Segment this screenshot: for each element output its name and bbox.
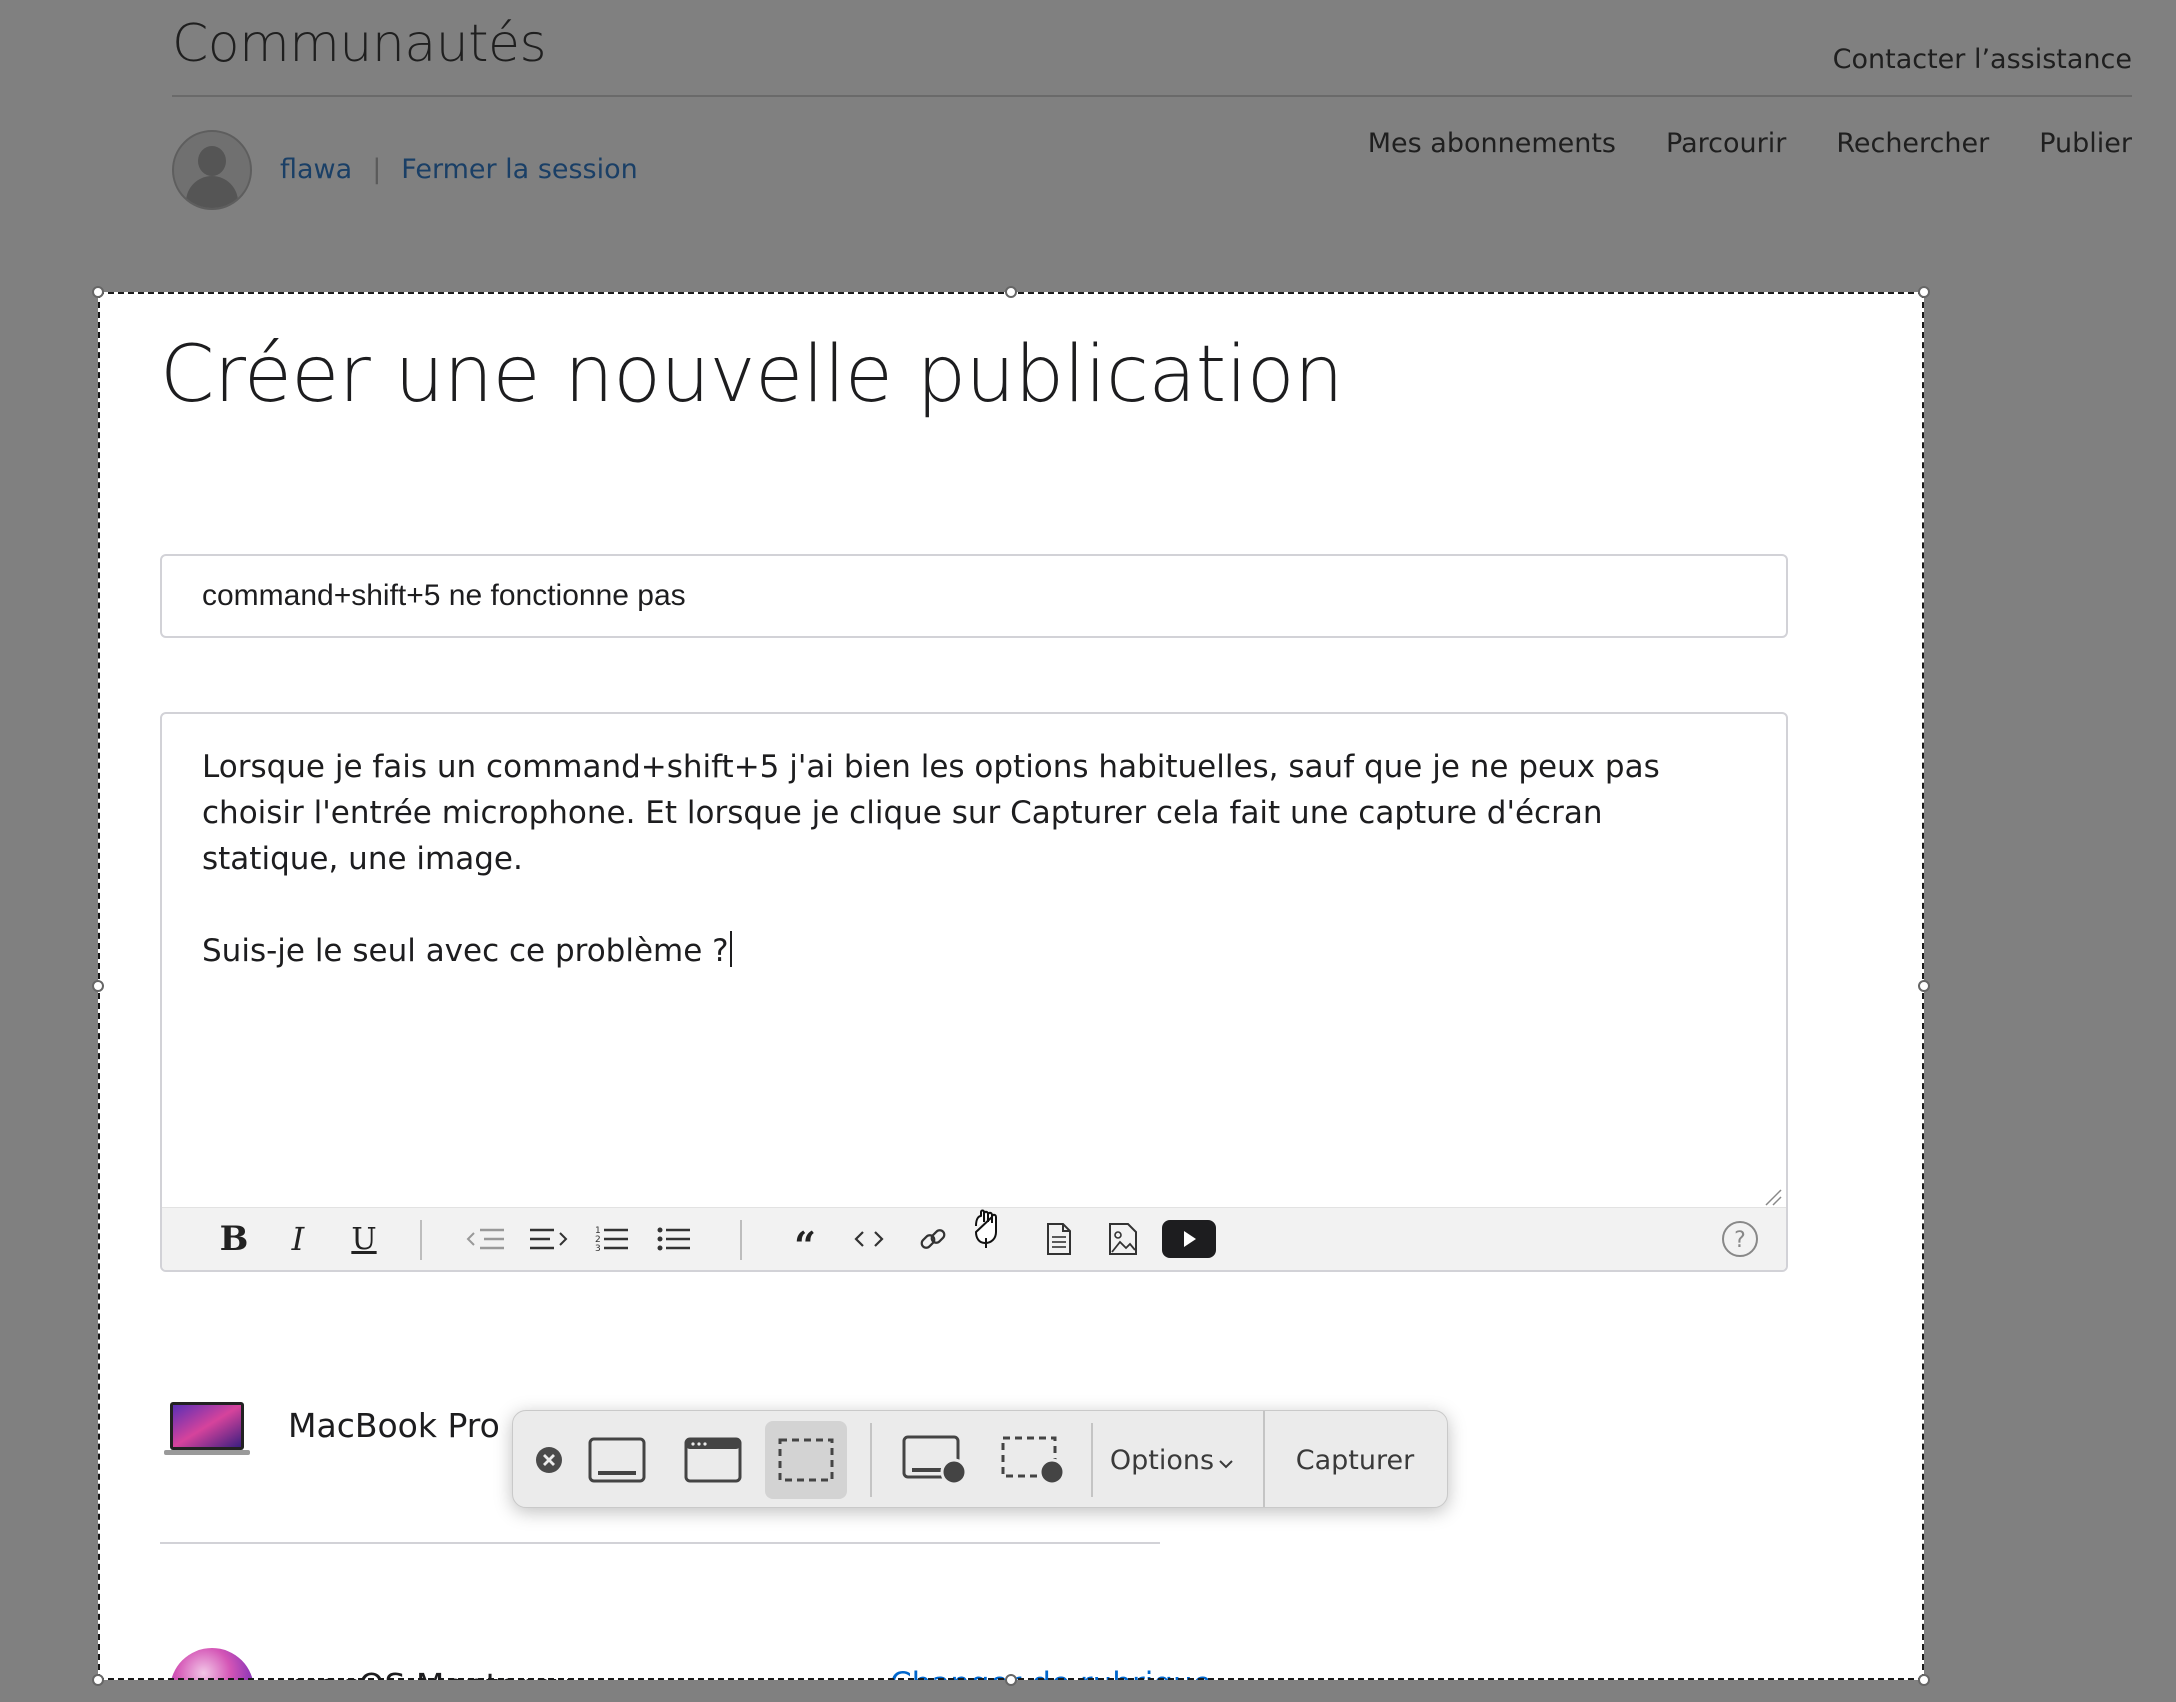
body-paragraph: Lorsque je fais un command+shift+5 j'ai … — [202, 749, 1660, 877]
attach-file-icon[interactable] — [1038, 1218, 1080, 1260]
indent-icon[interactable] — [526, 1218, 572, 1260]
help-icon[interactable]: ? — [1718, 1218, 1762, 1260]
top-navigation: Mes abonnements Parcourir Rechercher Pub… — [1368, 128, 2132, 159]
resize-handle-top[interactable] — [1005, 286, 1017, 298]
resize-handle-top-left[interactable] — [92, 286, 104, 298]
toolbar-divider — [1091, 1423, 1093, 1497]
resize-grip-icon[interactable] — [1764, 1188, 1782, 1206]
macbook-icon — [164, 1402, 250, 1455]
page-title: Créer une nouvelle publication — [160, 330, 1344, 420]
numbered-list-icon[interactable]: 123 — [590, 1218, 634, 1260]
header-divider — [172, 95, 2132, 97]
capture-button[interactable]: Capturer — [1273, 1421, 1437, 1499]
video-icon[interactable] — [1162, 1218, 1216, 1260]
svg-text:3: 3 — [595, 1244, 601, 1254]
options-dropdown[interactable]: Options — [1107, 1421, 1237, 1499]
logout-link[interactable]: Fermer la session — [401, 154, 637, 185]
italic-icon[interactable]: I — [278, 1218, 318, 1260]
toolbar-divider — [870, 1423, 872, 1497]
toolbar-divider — [1263, 1411, 1265, 1507]
text-caret — [729, 931, 732, 967]
nav-publish[interactable]: Publier — [2039, 128, 2132, 159]
record-entire-screen-icon[interactable] — [893, 1421, 977, 1499]
resize-handle-left[interactable] — [92, 980, 104, 992]
contact-support-link[interactable]: Contacter l’assistance — [1833, 44, 2132, 75]
bold-icon[interactable]: B — [212, 1218, 256, 1260]
code-icon[interactable] — [848, 1218, 890, 1260]
hand-cursor-icon — [975, 1209, 997, 1248]
nav-browse[interactable]: Parcourir — [1666, 128, 1786, 159]
toolbar-divider — [420, 1220, 422, 1260]
username-link[interactable]: flawa — [280, 154, 352, 185]
options-label: Options — [1109, 1444, 1215, 1476]
nav-search[interactable]: Rechercher — [1836, 128, 1989, 159]
post-title-value: command+shift+5 ne fonctionne pas — [202, 579, 686, 612]
macos-monterey-icon — [170, 1648, 254, 1680]
capture-button-label: Capturer — [1295, 1444, 1415, 1476]
capture-entire-screen-icon[interactable] — [579, 1421, 655, 1499]
svg-text:?: ? — [1734, 1228, 1746, 1253]
bullet-list-icon[interactable] — [652, 1218, 696, 1260]
underline-icon[interactable]: U — [342, 1218, 386, 1260]
body-paragraph: Suis-je le seul avec ce problème ? — [202, 933, 729, 969]
avatar[interactable] — [172, 130, 252, 210]
section-divider — [160, 1542, 1160, 1544]
site-title[interactable]: Communautés — [172, 14, 547, 74]
capture-selection-icon[interactable] — [765, 1421, 847, 1499]
outdent-icon[interactable] — [462, 1218, 508, 1260]
screenshot-toolbar: Options Capturer — [512, 1410, 1448, 1508]
image-icon[interactable] — [1102, 1218, 1144, 1260]
user-separator: | — [372, 154, 382, 185]
topic-label: macOS Monterey — [288, 1666, 571, 1680]
chevron-down-icon — [1219, 1460, 1233, 1469]
record-selection-icon[interactable] — [991, 1421, 1075, 1499]
link-icon[interactable] — [912, 1218, 954, 1260]
quote-icon[interactable]: “ — [784, 1218, 826, 1265]
toolbar-divider — [740, 1220, 742, 1260]
capture-window-icon[interactable] — [675, 1421, 751, 1499]
resize-handle-right[interactable] — [1918, 980, 1930, 992]
post-body-editor[interactable]: Lorsque je fais un command+shift+5 j'ai … — [160, 712, 1788, 1272]
resize-handle-top-right[interactable] — [1918, 286, 1930, 298]
resize-handle-bottom[interactable] — [1005, 1674, 1017, 1686]
post-title-input[interactable]: command+shift+5 ne fonctionne pas — [160, 554, 1788, 638]
resize-handle-bottom-right[interactable] — [1918, 1674, 1930, 1686]
user-bar: flawa | Fermer la session — [280, 154, 638, 185]
close-icon[interactable] — [531, 1421, 567, 1499]
change-topic-link[interactable]: Changer de rubrique — [890, 1666, 1212, 1680]
nav-subscriptions[interactable]: Mes abonnements — [1368, 128, 1616, 159]
resize-handle-bottom-left[interactable] — [92, 1674, 104, 1686]
post-body-text[interactable]: Lorsque je fais un command+shift+5 j'ai … — [202, 744, 1726, 974]
